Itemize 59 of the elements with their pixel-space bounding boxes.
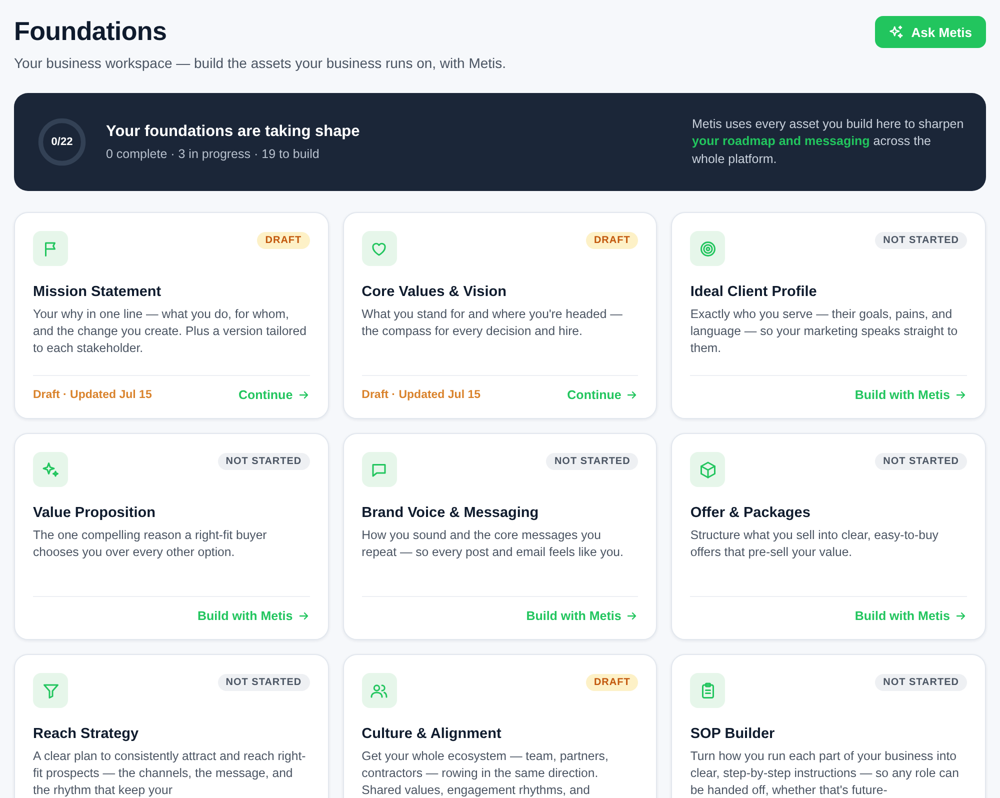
page-title: Foundations bbox=[14, 16, 168, 47]
card-title: Ideal Client Profile bbox=[690, 284, 818, 300]
card-description: A clear plan to consistently attract and reach right-fit prospects — the channels, the message, and the rhythm that keep your bbox=[33, 748, 307, 798]
card-meta: Draft · Updated Jul 15 bbox=[362, 389, 481, 401]
status-badge: NOT STARTED bbox=[218, 674, 310, 691]
card-description: How you sound and the core messages you repeat — so every post and email feels like you. bbox=[362, 527, 624, 561]
sparkles-icon bbox=[889, 24, 904, 40]
status-badge: NOT STARTED bbox=[546, 453, 638, 470]
status-badge: NOT STARTED bbox=[875, 674, 967, 691]
card-description: Get your whole ecosystem — team, partners, contractors — rowing in the same direction. Shared values, engagement rhythms, and bbox=[362, 748, 610, 798]
asset-card[interactable]: NOT STARTED Value Proposition The one compelling reason a right-fit buyer chooses you over every other option. Build with Metis bbox=[14, 433, 329, 640]
card-title: SOP Builder bbox=[690, 726, 776, 742]
people-icon bbox=[362, 673, 397, 708]
asset-card[interactable]: NOT STARTED Ideal Client Profile Exactly who you serve — their goals, pains, and language — so your marketing speaks straight to them. Build with Metis bbox=[671, 212, 986, 419]
card-title: Brand Voice & Messaging bbox=[362, 505, 540, 521]
banner-title: Your foundations are taking shape bbox=[106, 123, 361, 141]
cube-icon bbox=[690, 452, 726, 487]
status-badge: NOT STARTED bbox=[875, 232, 967, 249]
arrow-right-icon bbox=[298, 610, 310, 622]
banner-stats: 0 complete · 3 in progress · 19 to build bbox=[106, 147, 320, 161]
card-description: Structure what you sell into clear, easy-to-buy offers that pre-sell your value. bbox=[690, 527, 940, 561]
status-badge: DRAFT bbox=[586, 232, 638, 249]
banner-note: Metis uses every asset you build here to sharpen your roadmap and messaging across the whole platform. bbox=[692, 116, 964, 168]
funnel-icon bbox=[33, 673, 68, 708]
card-title: Reach Strategy bbox=[33, 726, 140, 742]
asset-card[interactable]: DRAFT Culture & Alignment Get your whole ecosystem — team, partners, contractors — rowing in the same direction. Shared values, engagement rhythms, and bbox=[342, 654, 658, 798]
arrow-right-icon bbox=[298, 389, 310, 401]
card-description: The one compelling reason a right-fit buyer chooses you over every other option. bbox=[33, 527, 268, 561]
status-badge: DRAFT bbox=[586, 674, 638, 691]
card-description: Exactly who you serve — their goals, pains, and language — so your marketing speaks straight to them. bbox=[690, 306, 959, 357]
arrow-right-icon bbox=[626, 389, 638, 401]
card-title: Culture & Alignment bbox=[362, 726, 502, 742]
card-description: Your why in one line — what you do, for whom, and the change you create. Plus a version tailored to each stakeholder. bbox=[33, 306, 308, 357]
clipboard-icon bbox=[690, 673, 726, 708]
target-icon bbox=[690, 231, 726, 266]
flag-icon bbox=[33, 231, 68, 266]
card-meta: Draft · Updated Jul 15 bbox=[33, 389, 152, 401]
card-description: Turn how you run each part of your business into clear, step-by-step instructions — so any role can be handed off, whether that's future- bbox=[690, 748, 960, 798]
asset-card[interactable]: NOT STARTED Offer & Packages Structure what you sell into clear, easy-to-buy offers that pre-sell your value. Build with Metis bbox=[671, 433, 986, 640]
asset-card[interactable]: NOT STARTED SOP Builder Turn how you run each part of your business into clear, step-by-step instructions — so any role can be handed off, whether that's future- bbox=[671, 654, 986, 798]
status-badge: NOT STARTED bbox=[875, 453, 967, 470]
asset-card[interactable]: NOT STARTED Reach Strategy A clear plan to consistently attract and reach right-fit prospects — the channels, the message, and the rhythm that keep your bbox=[14, 654, 329, 798]
status-badge: NOT STARTED bbox=[218, 453, 310, 470]
status-badge: DRAFT bbox=[257, 232, 310, 249]
asset-card[interactable]: NOT STARTED Brand Voice & Messaging How you sound and the core messages you repeat — so every post and email feels like you. Build with Metis bbox=[342, 433, 658, 640]
card-description: What you stand for and where you're headed — the compass for every decision and hire. bbox=[362, 306, 624, 340]
progress-count: 0/22 bbox=[50, 135, 74, 150]
chat-bubble-icon bbox=[362, 452, 397, 487]
arrow-right-icon bbox=[954, 389, 967, 401]
asset-card[interactable]: DRAFT Core Values & Vision What you stand for and where you're headed — the compass for every decision and hire. Draft · Updated Jul 15 Continue bbox=[342, 212, 658, 419]
asset-card[interactable]: DRAFT Mission Statement Your why in one line — what you do, for whom, and the change you create. Plus a version tailored to each stakeholder. Draft · Updated Jul 15 Continue bbox=[14, 212, 329, 419]
card-title: Mission Statement bbox=[33, 284, 162, 300]
card-title: Offer & Packages bbox=[690, 505, 812, 521]
card-title: Value Proposition bbox=[33, 505, 156, 521]
arrow-right-icon bbox=[626, 610, 638, 622]
page-subtitle: Your business workspace — build the assets your business runs on, with Metis. bbox=[14, 55, 506, 71]
arrow-right-icon bbox=[954, 610, 967, 622]
card-title: Core Values & Vision bbox=[362, 284, 508, 300]
sparkles-icon bbox=[33, 452, 68, 487]
